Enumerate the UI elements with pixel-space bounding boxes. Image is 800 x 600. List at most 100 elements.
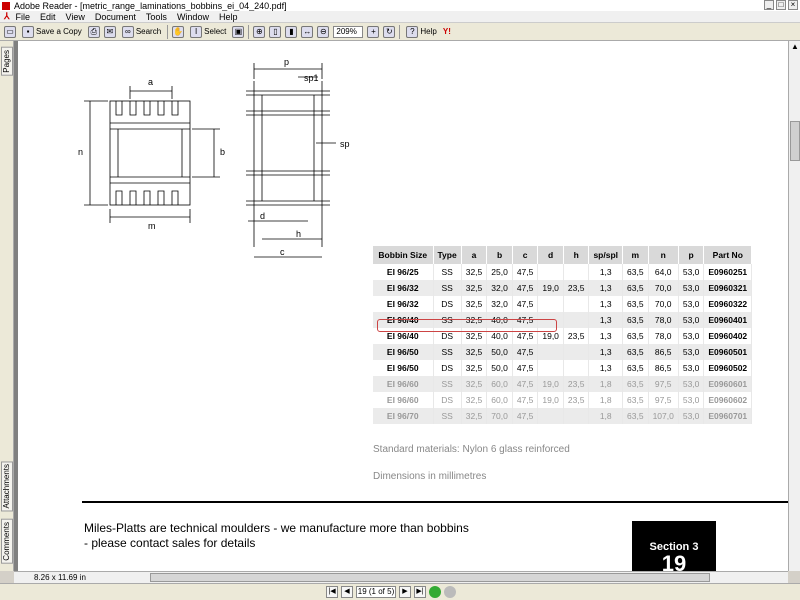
tab-comments[interactable]: Comments: [1, 519, 13, 564]
last-page-icon[interactable]: ▶|: [414, 586, 426, 598]
menu-window[interactable]: Window: [177, 12, 209, 22]
search-button[interactable]: ∞ Search: [120, 25, 163, 39]
table-row: EI 96/32 DS 32,5 32,0 47,5 1,3 63,5 70,0 53,0 E09…: [373, 296, 753, 312]
menu-view[interactable]: View: [66, 12, 85, 22]
save-copy-button[interactable]: ▪ Save a Copy: [20, 25, 84, 39]
fit-width-icon[interactable]: ↔: [301, 25, 314, 38]
dim-label-h: h: [296, 229, 301, 239]
cell-h: [563, 408, 590, 424]
dim-label-n: n: [78, 147, 83, 157]
col-bobbin-size: Bobbin Size: [373, 246, 434, 264]
cell-type: SS: [433, 344, 462, 360]
snapshot-icon[interactable]: ▣: [232, 25, 245, 38]
select-tool-button[interactable]: I Select: [188, 25, 228, 39]
cell-type: DS: [433, 392, 462, 408]
zoom-in-icon[interactable]: ⊕: [253, 25, 266, 38]
close-button[interactable]: ×: [788, 0, 798, 10]
window-controls: _ □ ×: [764, 0, 798, 10]
menu-bar: ⅄ File Edit View Document Tools Window H…: [0, 11, 800, 23]
scroll-up-icon[interactable]: ▲: [789, 41, 800, 53]
vertical-scrollbar[interactable]: ▲: [788, 41, 800, 571]
horizontal-scrollbar[interactable]: 8.26 x 11.69 in: [14, 571, 788, 583]
go-back-icon[interactable]: [429, 586, 441, 598]
cell-type: SS: [433, 408, 462, 424]
toolbar-divider: [399, 24, 401, 39]
col-type: Type: [433, 246, 462, 264]
maximize-button[interactable]: □: [776, 0, 786, 10]
document-view[interactable]: a n b m p sp1 sp d h c Bobbin Size Type …: [14, 41, 788, 571]
cell-type: DS: [433, 296, 462, 312]
cell-p: 53,0: [678, 360, 705, 376]
yahoo-toolbar-icon[interactable]: Y!: [443, 27, 451, 36]
cell-a: 32,5: [461, 344, 488, 360]
footer-divider: [82, 501, 788, 503]
cell-sp: 1,3: [588, 296, 624, 312]
section-page-number: 19: [661, 551, 687, 572]
menu-help[interactable]: Help: [219, 12, 238, 22]
menu-tools[interactable]: Tools: [146, 12, 167, 22]
previous-page-icon[interactable]: ◀: [341, 586, 353, 598]
next-page-icon[interactable]: ▶: [399, 586, 411, 598]
menu-file[interactable]: File: [16, 12, 31, 22]
cell-sp: 1,3: [588, 360, 624, 376]
print-icon[interactable]: ⎙: [87, 25, 100, 38]
document-menu-icon[interactable]: ⅄: [4, 11, 10, 22]
email-icon[interactable]: ✉: [103, 25, 116, 38]
cell-a: 32,5: [461, 264, 488, 280]
cell-part: E0960602: [703, 392, 753, 408]
cell-p: 53,0: [678, 264, 705, 280]
cell-m: 63,5: [622, 360, 649, 376]
hand-tool-icon[interactable]: ✋: [172, 25, 185, 38]
cell-sp: 1,3: [588, 328, 624, 344]
horizontal-scroll-thumb[interactable]: [150, 573, 710, 582]
cell-p: 53,0: [678, 408, 705, 424]
cell-sp: 1,3: [588, 264, 624, 280]
toolbar-divider: [167, 24, 169, 39]
cell-b: 32,0: [486, 280, 513, 296]
cell-c: 47,5: [512, 376, 539, 392]
cell-n: 107,0: [648, 408, 679, 424]
cell-a: 32,5: [461, 360, 488, 376]
cell-n: 86,5: [648, 344, 679, 360]
search-highlight: [377, 319, 557, 332]
cell-p: 53,0: [678, 296, 705, 312]
zoom-out-icon[interactable]: ⊖: [317, 25, 330, 38]
binoculars-icon: ∞: [121, 25, 134, 38]
first-page-icon[interactable]: |◀: [326, 586, 338, 598]
cell-part: E0960701: [703, 408, 753, 424]
help-label: Help: [420, 27, 437, 36]
dim-label-b: b: [220, 147, 225, 157]
cell-part: E0960502: [703, 360, 753, 376]
menu-edit[interactable]: Edit: [40, 12, 56, 22]
zoom-plus-icon[interactable]: +: [367, 25, 380, 38]
cell-n: 70,0: [648, 280, 679, 296]
zoom-level-input[interactable]: 209%: [333, 25, 364, 38]
tab-pages[interactable]: Pages: [1, 47, 13, 76]
cell-d: 19,0: [537, 392, 564, 408]
vertical-scroll-thumb[interactable]: [790, 121, 800, 161]
table-body: EI 96/25 SS 32,5 25,0 47,5 1,3 63,5 64,0 53,0 E09…: [373, 264, 753, 424]
menu-document[interactable]: Document: [95, 12, 136, 22]
cell-part: E0960321: [703, 280, 753, 296]
cell-sp: 1,8: [588, 408, 624, 424]
cell-h: 23,5: [563, 328, 590, 344]
page-number-field[interactable]: 19 (1 of 5): [356, 586, 396, 598]
col-h: h: [563, 246, 590, 264]
dimensions-note: Dimensions in millimetres: [373, 471, 487, 482]
cell-b: 60,0: [486, 376, 513, 392]
dim-label-p: p: [284, 57, 289, 67]
col-b: b: [486, 246, 513, 264]
cell-b: 60,0: [486, 392, 513, 408]
go-forward-icon[interactable]: [444, 586, 456, 598]
fit-page-icon[interactable]: ▮: [285, 25, 298, 38]
cell-sp: 1,3: [588, 312, 624, 328]
open-folder-icon[interactable]: ▭: [4, 25, 16, 38]
cell-part: E0960251: [703, 264, 753, 280]
help-button[interactable]: ? Help: [404, 25, 438, 39]
cell-h: 23,5: [563, 392, 590, 408]
tab-attachments[interactable]: Attachments: [1, 461, 13, 512]
actual-size-icon[interactable]: ▯: [269, 25, 282, 38]
minimize-button[interactable]: _: [764, 0, 774, 10]
rotate-icon[interactable]: ↻: [383, 25, 396, 38]
dim-label-d: d: [260, 211, 265, 221]
